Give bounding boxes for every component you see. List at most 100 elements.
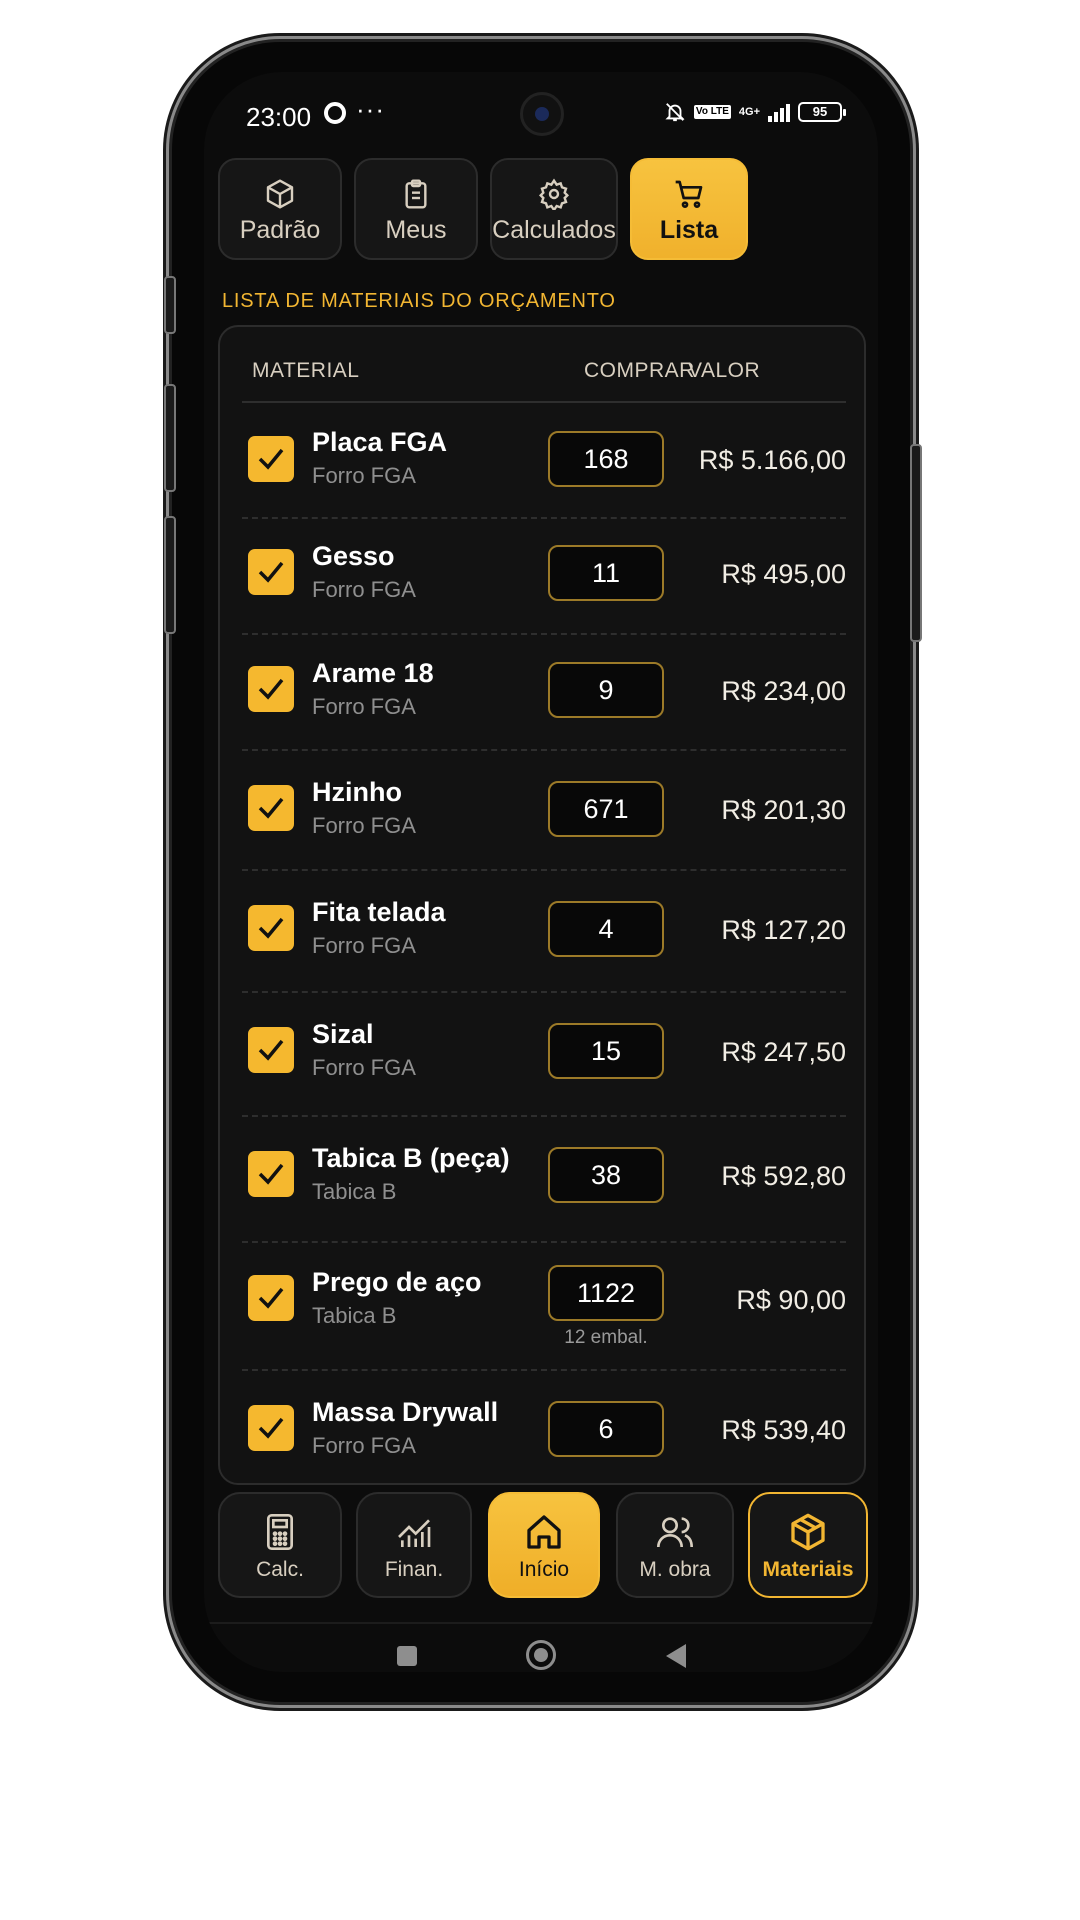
table-row: Gesso Forro FGA 11 R$ 495,00 (242, 517, 846, 635)
tab-calculados[interactable]: Calculados (490, 158, 618, 260)
table-row: Sizal Forro FGA 15 R$ 247,50 (242, 991, 846, 1117)
tab-meus[interactable]: Meus (354, 158, 478, 260)
material-price: R$ 495,00 (721, 559, 846, 589)
home-button[interactable] (526, 1640, 556, 1670)
material-name: Arame 18 (312, 658, 434, 688)
tab-label: Padrão (239, 216, 321, 244)
nav-label: Calc. (256, 1558, 304, 1581)
material-name: Tabica B (peça) (312, 1143, 510, 1173)
tab-padrao[interactable]: Padrão (218, 158, 342, 260)
section-title: LISTA DE MATERIAIS DO ORÇAMENTO (222, 290, 616, 312)
network-type: 4G+ (738, 105, 760, 118)
clipboard-icon (405, 179, 427, 209)
row-checkbox[interactable] (248, 436, 294, 482)
material-price: R$ 247,50 (721, 1037, 846, 1067)
table-row: Fita telada Forro FGA 4 R$ 127,20 (242, 869, 846, 993)
table-row: Tabica B (peça) Tabica B 38 R$ 592,80 (242, 1115, 846, 1243)
back-button[interactable] (666, 1644, 686, 1668)
material-name: Gesso (312, 541, 395, 571)
tab-label: Calculados (492, 216, 616, 244)
material-name: Fita telada (312, 897, 446, 927)
chrome-icon (324, 102, 346, 124)
row-checkbox[interactable] (248, 1275, 294, 1321)
table-row: Massa Drywall Forro FGA 6 R$ 539,40 (242, 1369, 846, 1483)
material-price: R$ 201,30 (721, 795, 846, 825)
package-count: 12 embal. (564, 1327, 648, 1348)
chart-icon (398, 1519, 431, 1547)
phone-side-button (164, 516, 176, 634)
quantity-field[interactable]: 38 (548, 1147, 664, 1203)
quantity-field[interactable]: 671 (548, 781, 664, 837)
nav-materiais[interactable]: Materiais (748, 1492, 868, 1598)
quantity-field[interactable]: 6 (548, 1401, 664, 1457)
check-icon (258, 448, 284, 470)
status-bar: 23:00 ··· Vo LTE 4G+ 95 (204, 72, 878, 154)
tab-label: Lista (659, 216, 719, 244)
nav-finan[interactable]: Finan. (356, 1492, 472, 1598)
phone-side-button (164, 384, 176, 492)
system-nav-bar (204, 1622, 878, 1672)
package-icon (266, 179, 294, 209)
material-name: Prego de aço (312, 1267, 482, 1297)
material-category: Tabica B (312, 1179, 397, 1204)
material-category: Forro FGA (312, 813, 416, 838)
check-icon (258, 1417, 284, 1439)
check-icon (258, 561, 284, 583)
users-icon (657, 1517, 693, 1548)
bell-muted-icon (665, 103, 685, 122)
quantity-field[interactable]: 15 (548, 1023, 664, 1079)
material-price: R$ 127,20 (721, 915, 846, 945)
material-name: Hzinho (312, 777, 402, 807)
recents-button[interactable] (397, 1646, 417, 1666)
table-row: Placa FGA Forro FGA 168 R$ 5.166,00 (242, 403, 846, 519)
material-category: Forro FGA (312, 1433, 416, 1458)
row-checkbox[interactable] (248, 666, 294, 712)
status-time: 23:00 (246, 102, 312, 132)
quantity-field[interactable]: 1122 (548, 1265, 664, 1321)
phone-power-button (910, 444, 922, 642)
material-price: R$ 592,80 (721, 1161, 846, 1191)
row-checkbox[interactable] (248, 785, 294, 831)
nav-mao-de-obra[interactable]: M. obra (616, 1492, 734, 1598)
material-category: Forro FGA (312, 463, 416, 488)
nav-label: M. obra (639, 1558, 711, 1581)
check-icon (258, 797, 284, 819)
nav-calc[interactable]: Calc. (218, 1492, 342, 1598)
row-checkbox[interactable] (248, 1027, 294, 1073)
home-icon (527, 1515, 561, 1549)
quantity-field[interactable]: 9 (548, 662, 664, 718)
volte-icon: Vo LTE (693, 105, 731, 119)
table-row: Arame 18 Forro FGA 9 R$ 234,00 (242, 633, 846, 751)
table-header: MATERIAL COMPRAR VALOR (242, 327, 846, 403)
row-checkbox[interactable] (248, 549, 294, 595)
nav-label: Finan. (384, 1558, 444, 1581)
quantity-field[interactable]: 4 (548, 901, 664, 957)
row-checkbox[interactable] (248, 1151, 294, 1197)
signal-icon (768, 102, 790, 122)
package-icon (791, 1513, 825, 1551)
material-category: Forro FGA (312, 933, 416, 958)
quantity-field[interactable]: 11 (548, 545, 664, 601)
material-price: R$ 90,00 (736, 1285, 846, 1315)
column-comprar: COMPRAR (584, 359, 695, 382)
battery-icon: 95 (798, 102, 846, 122)
column-valor: VALOR (688, 359, 761, 382)
check-icon (258, 1163, 284, 1185)
top-tabs: Padrão Meus Calculados Lista (218, 158, 864, 262)
calculator-icon (267, 1514, 293, 1550)
check-icon (258, 678, 284, 700)
tab-label: Meus (385, 216, 447, 244)
status-icons: Vo LTE 4G+ 95 (664, 100, 846, 124)
app-screen: 23:00 ··· Vo LTE 4G+ 95 Padrão Meus Calc… (204, 72, 878, 1672)
material-price: R$ 539,40 (721, 1415, 846, 1445)
row-checkbox[interactable] (248, 905, 294, 951)
nav-inicio[interactable]: Início (488, 1492, 600, 1598)
row-checkbox[interactable] (248, 1405, 294, 1451)
quantity-field[interactable]: 168 (548, 431, 664, 487)
tab-lista[interactable]: Lista (630, 158, 748, 260)
table-row: Prego de aço Tabica B 1122 12 embal. R$ … (242, 1241, 846, 1371)
material-price: R$ 234,00 (721, 676, 846, 706)
material-name: Placa FGA (312, 427, 448, 457)
material-category: Tabica B (312, 1303, 397, 1328)
gear-icon (538, 178, 570, 210)
